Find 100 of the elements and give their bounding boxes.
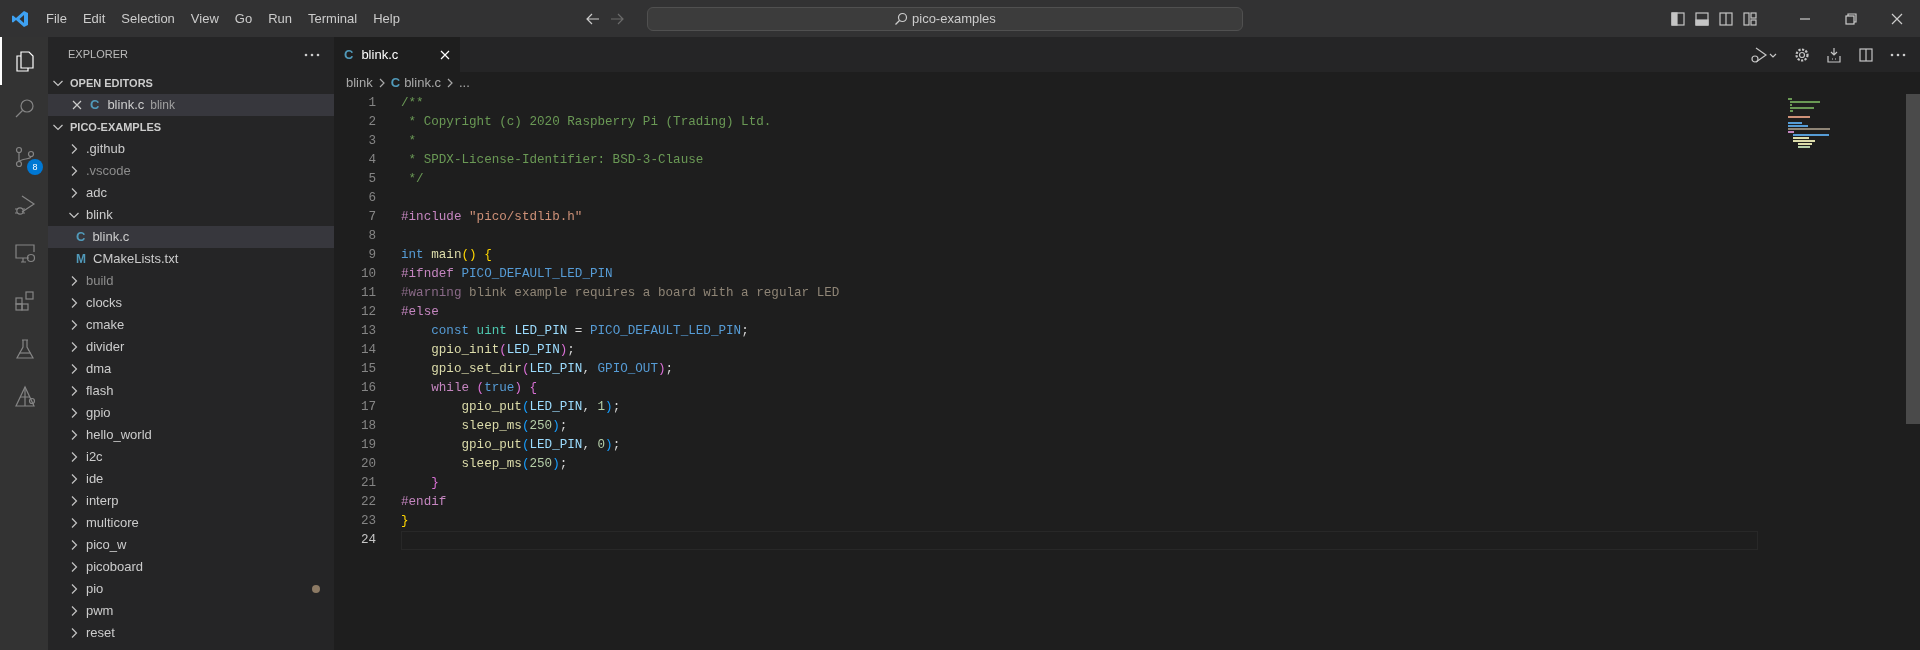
code-line: gpio_put(LED_PIN, 0); (460, 437, 622, 454)
line-number: 12 (359, 304, 377, 321)
code-line: gpio_set_dir(LED_PIN, GPIO_OUT); (430, 361, 675, 378)
tree-item[interactable]: interp (48, 490, 334, 512)
tree-item[interactable]: clocks (48, 292, 334, 314)
source-control-icon (13, 145, 37, 169)
line-number: 4 (367, 152, 377, 169)
command-center[interactable]: pico-examples (646, 6, 1243, 31)
tree-item[interactable]: cmake (48, 314, 334, 336)
restore-icon[interactable] (1845, 12, 1857, 25)
tree-item[interactable]: pico_w (48, 534, 334, 556)
menu-item[interactable]: Help (365, 6, 408, 31)
monitor-icon (13, 241, 37, 265)
scrollbar[interactable] (1906, 94, 1920, 424)
file-icon: C (90, 95, 100, 115)
line-number: 3 (367, 133, 377, 150)
code-line: #ifndef PICO_DEFAULT_LED_PIN (401, 266, 614, 283)
code-line: while (true) { (430, 380, 539, 397)
tree-item[interactable]: .vscode (48, 160, 334, 182)
code-line: gpio_put(LED_PIN, 1); (460, 399, 622, 416)
line-number: 20 (359, 456, 377, 473)
activity-tab[interactable]: 8 (0, 133, 48, 181)
triangle-tools-icon (13, 385, 37, 409)
sidebar-layout-icon[interactable] (1670, 10, 1686, 27)
line-number: 13 (359, 323, 377, 340)
run-debug-icon[interactable] (1750, 45, 1778, 64)
line-number: 18 (359, 418, 377, 435)
tree-item[interactable]: reset (48, 622, 334, 644)
settings-icon[interactable] (1794, 46, 1810, 63)
more-icon[interactable] (304, 52, 320, 57)
code-line: const uint LED_PIN = PICO_DEFAULT_LED_PIN; (430, 323, 750, 340)
line-number: 9 (367, 247, 377, 264)
code-line: #include "pico/stdlib.h" (401, 209, 584, 226)
breadcrumb-item[interactable]: ... (459, 73, 470, 93)
tree-item[interactable]: C blink.c (48, 226, 334, 248)
tree-item[interactable]: M CMakeLists.txt (48, 248, 334, 270)
editor-tab[interactable]: C blink.c (334, 37, 460, 72)
code-line: #endif (401, 494, 448, 511)
tree-item[interactable]: pio (48, 578, 334, 600)
tree-item[interactable]: .github (48, 138, 334, 160)
line-number: 8 (367, 228, 377, 245)
menu-item[interactable]: Terminal (300, 6, 366, 31)
tree-item[interactable]: build (48, 270, 334, 292)
code-line: int main() { (401, 247, 493, 264)
menu-item[interactable]: Edit (74, 6, 114, 31)
tree-item[interactable]: gpio (48, 402, 334, 424)
tree-item[interactable]: multicore (48, 512, 334, 534)
sidebar-title: EXPLORER (68, 47, 128, 63)
download-icon[interactable] (1826, 46, 1842, 63)
line-number: 17 (359, 399, 377, 416)
line-number: 16 (359, 380, 377, 397)
line-number: 23 (359, 513, 377, 530)
more-icon[interactable] (1890, 52, 1906, 57)
file-icon: C (76, 227, 86, 247)
line-number: 1 (367, 95, 377, 112)
code-line: } (401, 513, 410, 530)
section-header[interactable]: OPEN EDITORS (48, 72, 334, 94)
panel-layout-icon[interactable] (1694, 10, 1710, 27)
tree-item[interactable]: pwm (48, 600, 334, 622)
tree-item[interactable]: ide (48, 468, 334, 490)
line-number: 24 (359, 532, 377, 549)
split-editor-icon[interactable] (1858, 46, 1874, 63)
code-line: * Copyright (c) 2020 Raspberry Pi (Trading) Ltd. (407, 114, 773, 131)
tree-item[interactable]: dma (48, 358, 334, 380)
open-editor-item[interactable]: C blink.c blink (48, 94, 334, 116)
line-number: 5 (367, 171, 377, 188)
menu-item[interactable]: View (182, 6, 227, 31)
split-layout-icon[interactable] (1718, 10, 1734, 27)
tree-item[interactable]: hello_world (48, 424, 334, 446)
breadcrumb-item[interactable]: blink (346, 73, 373, 93)
close-icon[interactable] (72, 100, 82, 110)
customize-layout-icon[interactable] (1742, 10, 1758, 27)
extensions-icon (13, 289, 37, 313)
section-header[interactable]: PICO-EXAMPLES (48, 116, 334, 138)
line-number: 19 (359, 437, 377, 454)
line-number: 11 (359, 285, 377, 302)
tree-item[interactable]: adc (48, 182, 334, 204)
close-icon[interactable] (1891, 12, 1903, 25)
menu-item[interactable]: Go (226, 6, 261, 31)
line-number: 10 (359, 266, 377, 283)
menu-item[interactable]: Selection (113, 6, 183, 31)
code-line: /** (401, 95, 425, 112)
file-icon: M (76, 250, 86, 268)
tree-item[interactable]: divider (48, 336, 334, 358)
line-number: 21 (359, 475, 377, 492)
tree-item[interactable]: blink (48, 204, 334, 226)
tree-item[interactable]: flash (48, 380, 334, 402)
flask-icon (13, 337, 37, 361)
breadcrumb-item[interactable]: C blink.c (390, 73, 441, 93)
code-line: gpio_init(LED_PIN); (430, 342, 576, 359)
code-line: sleep_ms(250); (460, 456, 569, 473)
tree-item[interactable]: picoboard (48, 556, 334, 578)
code-line: #warning blink example requires a board with a regular LED (401, 285, 841, 302)
code-line: * SPDX-License-Identifier: BSD-3-Clause (407, 152, 705, 169)
minimap (1788, 98, 1830, 148)
chevron-icon (445, 77, 455, 89)
menu-item[interactable]: Run (260, 6, 300, 31)
menu-item[interactable]: File (38, 6, 75, 31)
files-icon (13, 49, 37, 73)
tree-item[interactable]: i2c (48, 446, 334, 468)
